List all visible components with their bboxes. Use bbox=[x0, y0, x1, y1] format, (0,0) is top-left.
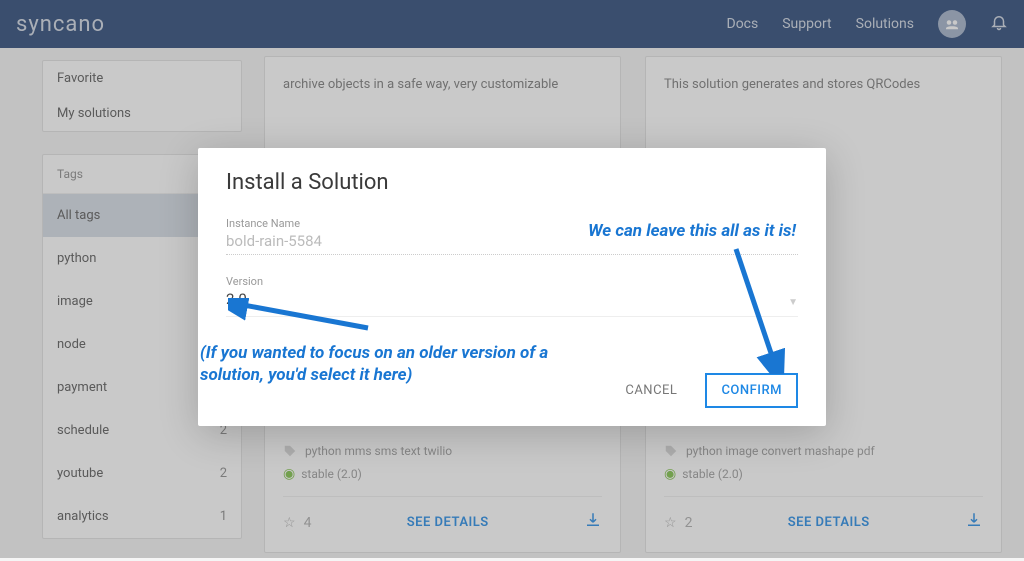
annotation-arrow bbox=[726, 244, 786, 374]
modal-overlay: Install a Solution Instance Name bold-ra… bbox=[0, 0, 1024, 558]
chevron-down-icon: ▼ bbox=[788, 297, 798, 308]
confirm-button[interactable]: CONFIRM bbox=[705, 373, 798, 408]
modal-title: Install a Solution bbox=[226, 170, 798, 195]
annotation-arrow bbox=[228, 298, 378, 338]
annotation-text: (If you wanted to focus on an older vers… bbox=[200, 342, 610, 386]
cancel-button[interactable]: CANCEL bbox=[615, 375, 687, 406]
annotation-text: We can leave this all as it is! bbox=[588, 220, 796, 242]
version-label: Version bbox=[226, 275, 263, 288]
install-solution-modal: Install a Solution Instance Name bold-ra… bbox=[198, 148, 826, 426]
